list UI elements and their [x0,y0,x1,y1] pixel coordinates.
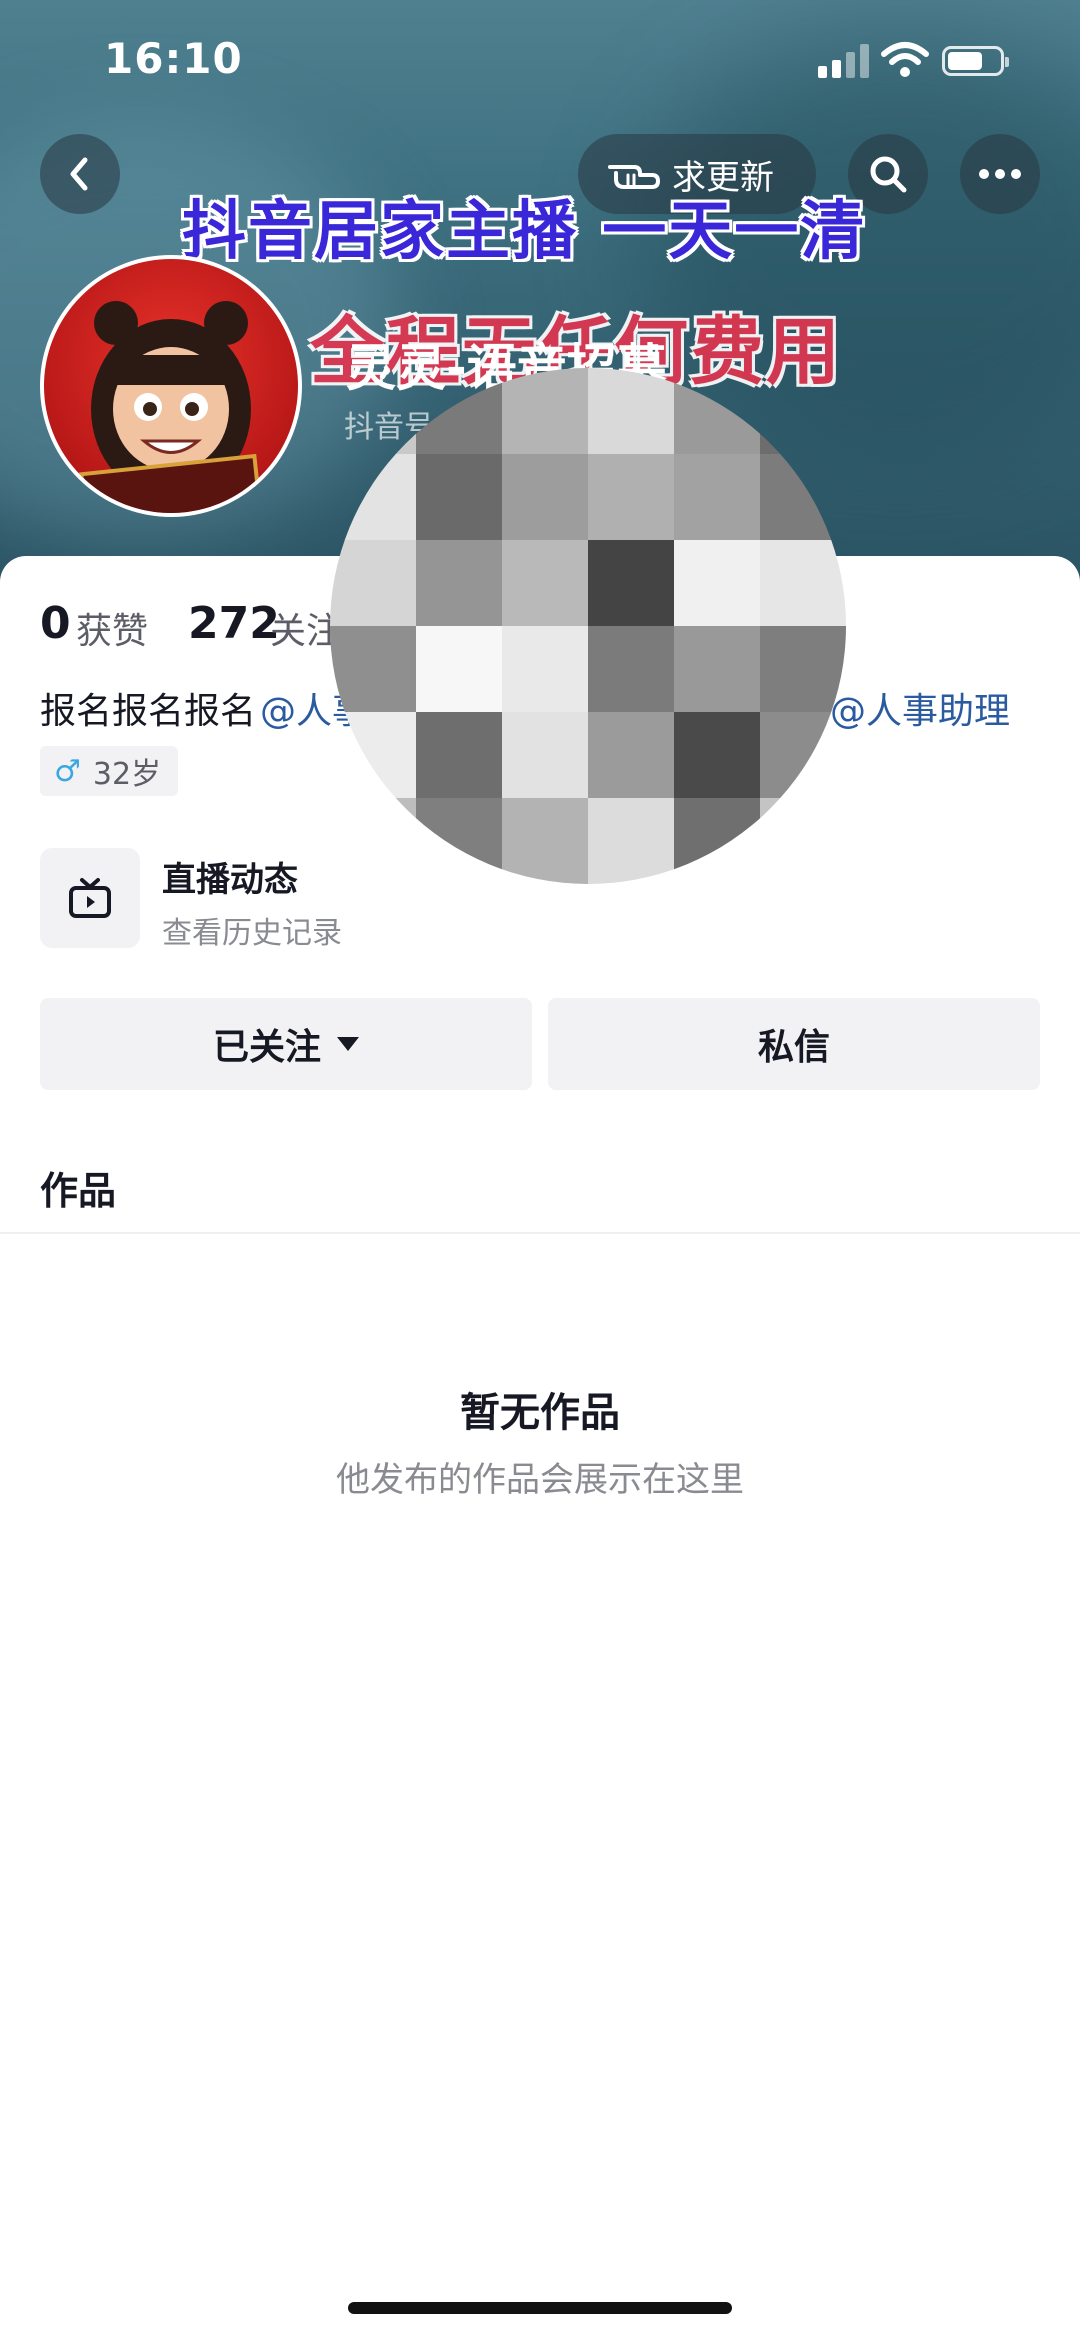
following-button-label: 已关注 [212,1027,321,1068]
tab-works[interactable]: 作品 [40,1160,116,1215]
empty-works-subtitle: 他发布的作品会展示在这里 [336,1460,744,1500]
following-count[interactable]: 272 [188,598,280,649]
likes-label: 获赞 [76,611,149,652]
wifi-icon [881,42,929,77]
tv-icon [69,878,111,918]
home-indicator[interactable] [348,2302,732,2314]
live-history-button[interactable] [40,848,140,948]
more-button[interactable] [960,134,1040,214]
avatar[interactable] [40,255,302,517]
live-title[interactable]: 直播动态 [162,852,298,901]
cellular-signal-icon [818,44,872,78]
live-subtitle[interactable]: 查看历史记录 [162,908,342,952]
avatar-cartoon-image [79,301,263,513]
age-tag: ♂ 32岁 [40,746,178,796]
more-dots-icon [979,169,1021,179]
male-icon: ♂ [54,753,81,789]
message-button[interactable]: 私信 [548,998,1040,1090]
banner-promo-line1: 抖音居家主播 一天一清 [182,195,867,269]
bio-mention-2[interactable]: @人事助理 [830,682,1010,734]
status-time: 16:10 [104,34,243,83]
likes-count: 0 [40,598,71,649]
following-button[interactable]: 已关注 [40,998,532,1090]
empty-works-title: 暂无作品 [460,1390,620,1436]
battery-icon [942,46,1009,76]
bio-text: 报名报名报名 [40,691,257,732]
privacy-mosaic-overlay [330,368,846,884]
chevron-left-icon [70,157,88,191]
message-button-label: 私信 [757,1027,830,1068]
back-button[interactable] [40,134,120,214]
search-icon [870,156,907,193]
age-text: 32岁 [92,757,162,792]
tab-divider [0,1232,1080,1234]
caret-down-icon [337,1037,359,1051]
